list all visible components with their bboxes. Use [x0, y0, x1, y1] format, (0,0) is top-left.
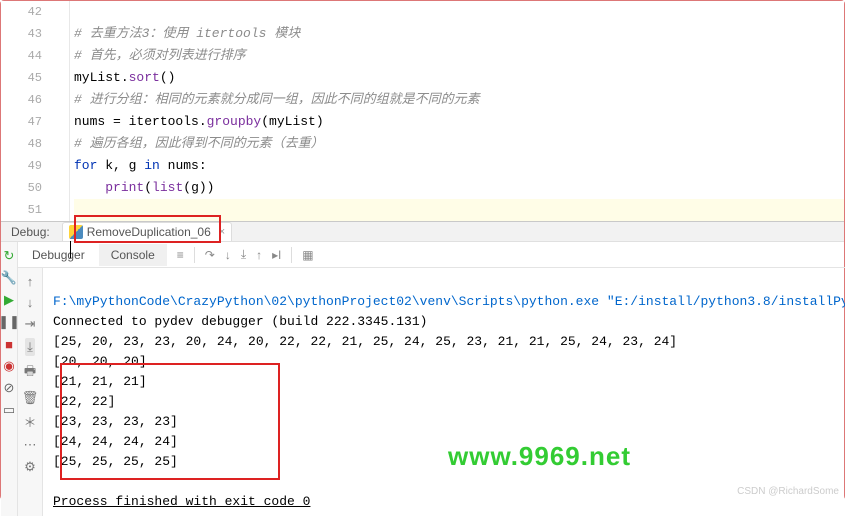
scroll-to-end-icon[interactable]: ⤓	[25, 338, 35, 356]
resume-icon[interactable]: ▶	[1, 292, 17, 308]
stop-icon[interactable]: ■	[1, 336, 17, 352]
debug-tab[interactable]: RemoveDuplication_06 ×	[62, 222, 233, 241]
settings-icon[interactable]: ⚙	[24, 459, 36, 475]
output-line: [23, 23, 23, 23]	[53, 414, 178, 429]
comment: # 首先，必须对列表进行排序	[74, 45, 246, 67]
tab-title: RemoveDuplication_06	[87, 225, 211, 239]
layout-icon[interactable]: ▭	[1, 402, 17, 418]
step-out-icon[interactable]: ↑	[256, 248, 262, 262]
output-line: [20, 20, 20]	[53, 354, 147, 369]
output-line: [22, 22]	[53, 394, 115, 409]
output-line: [25, 20, 23, 23, 20, 24, 20, 22, 22, 21,…	[53, 334, 677, 349]
up-icon[interactable]: ↑	[27, 274, 34, 289]
pause-icon[interactable]: ❚❚	[1, 314, 17, 330]
exit-line: Process finished with exit code 0	[53, 494, 310, 509]
exec-path: F:\myPythonCode\CrazyPython\02\pythonPro…	[53, 294, 845, 309]
console-output[interactable]: F:\myPythonCode\CrazyPython\02\pythonPro…	[43, 268, 845, 516]
console-left-toolbar: ↑ ↓ ⇥ ⤓ 🖶 🗑 ＊ ⋯ ⚙	[18, 268, 43, 516]
comment: # 进行分组：相同的元素就分成同一组，因此不同的组就是不同的元素	[74, 89, 480, 111]
filter-icon[interactable]: ≡	[177, 248, 184, 262]
debug-panel-header: Debug: RemoveDuplication_06 ×	[1, 221, 844, 242]
python-icon	[69, 225, 83, 239]
output-line: [25, 25, 25, 25]	[53, 454, 178, 469]
line-gutter: 42434445464748495051	[1, 1, 56, 221]
soft-wrap-icon[interactable]: ⇥	[25, 316, 36, 332]
wrench-icon[interactable]: 🔧	[1, 270, 17, 286]
rerun-icon[interactable]: ↻	[1, 248, 17, 264]
python-console-icon[interactable]: ⋯	[24, 437, 37, 453]
output-line: [24, 24, 24, 24]	[53, 434, 178, 449]
step-into-icon[interactable]: ↓	[225, 248, 231, 262]
connected-line: Connected to pydev debugger (build 222.3…	[53, 314, 427, 329]
new-console-icon[interactable]: ＊	[23, 412, 36, 431]
run-to-cursor-icon[interactable]: ▸ǀ	[272, 248, 281, 262]
clear-icon[interactable]: 🗑	[22, 390, 39, 406]
code-editor[interactable]: 42434445464748495051 # 去重方法3：使用 itertool…	[1, 1, 844, 221]
mute-breakpoints-icon[interactable]: ⊘	[1, 380, 17, 396]
fold-gutter	[56, 1, 70, 221]
debug-label: Debug:	[11, 225, 50, 239]
csdn-watermark: CSDN @RichardSome	[737, 486, 839, 497]
caret	[70, 241, 71, 258]
output-line: [21, 21, 21]	[53, 374, 147, 389]
step-over-icon[interactable]: ↷	[205, 248, 215, 262]
debug-left-toolbar: ↻ 🔧 ▶ ❚❚ ■ ◉ ⊘ ▭	[1, 242, 18, 516]
comment: # 遍历各组，因此得到不同的元素（去重）	[74, 133, 324, 155]
close-icon[interactable]: ×	[219, 226, 225, 238]
evaluate-icon[interactable]: ▦	[302, 248, 313, 262]
comment: # 去重方法3：使用 itertools 模块	[74, 23, 300, 45]
code-area[interactable]: # 去重方法3：使用 itertools 模块 # 首先，必须对列表进行排序 m…	[70, 1, 844, 221]
down-icon[interactable]: ↓	[27, 295, 34, 310]
view-breakpoints-icon[interactable]: ◉	[1, 358, 17, 374]
tab-console[interactable]: Console	[99, 244, 167, 266]
tab-debugger[interactable]: Debugger	[20, 244, 97, 266]
print-icon[interactable]: 🖶	[24, 362, 36, 384]
debug-sub-tabs: Debugger Console ≡ ↷ ↓ ⤓ ↑ ▸ǀ ▦	[18, 242, 845, 268]
step-into-my-icon[interactable]: ⤓	[241, 247, 246, 262]
